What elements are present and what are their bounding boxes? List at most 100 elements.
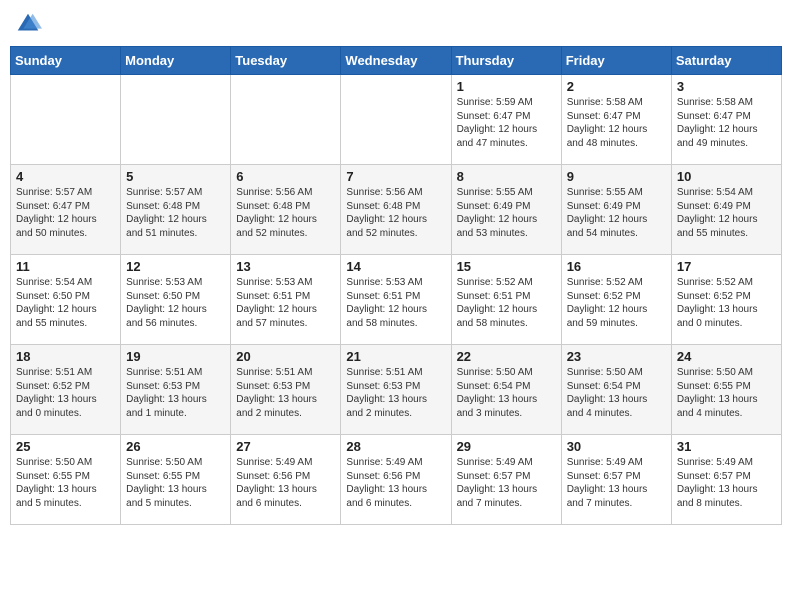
day-of-week-header: Friday (561, 47, 671, 75)
calendar-cell: 9 Sunrise: 5:55 AMSunset: 6:49 PMDaylight… (561, 165, 671, 255)
day-number: 26 (126, 439, 225, 454)
calendar-cell: 30 Sunrise: 5:49 AMSunset: 6:57 PMDayligh… (561, 435, 671, 525)
calendar-cell (11, 75, 121, 165)
calendar-cell: 28 Sunrise: 5:49 AMSunset: 6:56 PMDayligh… (341, 435, 451, 525)
day-number: 20 (236, 349, 335, 364)
calendar-cell: 16Sunrise: 5:52 AMSunset: 6:52 PMDayligh… (561, 255, 671, 345)
day-number: 18 (16, 349, 115, 364)
day-of-week-header: Sunday (11, 47, 121, 75)
cell-daylight-info: Sunrise: 5:53 AMSunset: 6:50 PMDaylight:… (126, 276, 225, 330)
cell-daylight-info: Sunrise: 5:49 AMSunset: 6:56 PMDaylight:… (346, 456, 445, 510)
day-of-week-header: Wednesday (341, 47, 451, 75)
cell-daylight-info: Sunrise: 5:51 AMSunset: 6:53 PMDaylight:… (126, 366, 225, 420)
calendar-cell: 23 Sunrise: 5:50 AMSunset: 6:54 PMDayligh… (561, 345, 671, 435)
day-number: 17 (677, 259, 776, 274)
day-number: 13 (236, 259, 335, 274)
cell-daylight-info: Sunrise: 5:50 AMSunset: 6:55 PMDaylight:… (16, 456, 115, 510)
day-of-week-header: Saturday (671, 47, 781, 75)
calendar-cell: 2 Sunrise: 5:58 AMSunset: 6:47 PMDaylight… (561, 75, 671, 165)
cell-daylight-info: Sunrise: 5:53 AMSunset: 6:51 PMDaylight:… (346, 276, 445, 330)
day-of-week-header: Thursday (451, 47, 561, 75)
day-number: 27 (236, 439, 335, 454)
day-number: 15 (457, 259, 556, 274)
cell-daylight-info: Sunrise: 5:50 AMSunset: 6:55 PMDaylight:… (677, 366, 776, 420)
day-number: 24 (677, 349, 776, 364)
cell-daylight-info: Sunrise: 5:49 AMSunset: 6:57 PMDaylight:… (457, 456, 556, 510)
cell-daylight-info: Sunrise: 5:50 AMSunset: 6:54 PMDaylight:… (457, 366, 556, 420)
day-number: 25 (16, 439, 115, 454)
calendar-cell: 14 Sunrise: 5:53 AMSunset: 6:51 PMDayligh… (341, 255, 451, 345)
calendar-cell: 4 Sunrise: 5:57 AMSunset: 6:47 PMDaylight… (11, 165, 121, 255)
calendar-week-row: 1 Sunrise: 5:59 AMSunset: 6:47 PMDaylight… (11, 75, 782, 165)
calendar-cell: 20 Sunrise: 5:51 AMSunset: 6:53 PMDayligh… (231, 345, 341, 435)
cell-daylight-info: Sunrise: 5:49 AMSunset: 6:56 PMDaylight:… (236, 456, 335, 510)
calendar-cell: 21Sunrise: 5:51 AMSunset: 6:53 PMDayligh… (341, 345, 451, 435)
cell-daylight-info: Sunrise: 5:51 AMSunset: 6:52 PMDaylight:… (16, 366, 115, 420)
calendar-cell: 6Sunrise: 5:56 AMSunset: 6:48 PMDaylight… (231, 165, 341, 255)
calendar-cell: 8 Sunrise: 5:55 AMSunset: 6:49 PMDaylight… (451, 165, 561, 255)
cell-daylight-info: Sunrise: 5:59 AMSunset: 6:47 PMDaylight:… (457, 96, 556, 150)
calendar-cell: 1 Sunrise: 5:59 AMSunset: 6:47 PMDaylight… (451, 75, 561, 165)
day-number: 28 (346, 439, 445, 454)
day-number: 8 (457, 169, 556, 184)
calendar-week-row: 25 Sunrise: 5:50 AMSunset: 6:55 PMDayligh… (11, 435, 782, 525)
calendar-cell: 12 Sunrise: 5:53 AMSunset: 6:50 PMDayligh… (121, 255, 231, 345)
cell-daylight-info: Sunrise: 5:50 AMSunset: 6:54 PMDaylight:… (567, 366, 666, 420)
day-number: 29 (457, 439, 556, 454)
calendar-cell: 26 Sunrise: 5:50 AMSunset: 6:55 PMDayligh… (121, 435, 231, 525)
cell-daylight-info: Sunrise: 5:57 AMSunset: 6:47 PMDaylight:… (16, 186, 115, 240)
cell-daylight-info: Sunrise: 5:52 AMSunset: 6:52 PMDaylight:… (567, 276, 666, 330)
cell-daylight-info: Sunrise: 5:57 AMSunset: 6:48 PMDaylight:… (126, 186, 225, 240)
day-number: 10 (677, 169, 776, 184)
day-number: 7 (346, 169, 445, 184)
calendar-cell: 25 Sunrise: 5:50 AMSunset: 6:55 PMDayligh… (11, 435, 121, 525)
calendar-cell: 24 Sunrise: 5:50 AMSunset: 6:55 PMDayligh… (671, 345, 781, 435)
day-number: 5 (126, 169, 225, 184)
page-header (10, 10, 782, 38)
day-number: 12 (126, 259, 225, 274)
day-number: 23 (567, 349, 666, 364)
cell-daylight-info: Sunrise: 5:51 AMSunset: 6:53 PMDaylight:… (236, 366, 335, 420)
cell-daylight-info: Sunrise: 5:55 AMSunset: 6:49 PMDaylight:… (457, 186, 556, 240)
calendar-cell: 31 Sunrise: 5:49 AMSunset: 6:57 PMDayligh… (671, 435, 781, 525)
day-of-week-header: Tuesday (231, 47, 341, 75)
cell-daylight-info: Sunrise: 5:52 AMSunset: 6:52 PMDaylight:… (677, 276, 776, 330)
day-number: 6 (236, 169, 335, 184)
cell-daylight-info: Sunrise: 5:49 AMSunset: 6:57 PMDaylight:… (677, 456, 776, 510)
calendar-cell: 5 Sunrise: 5:57 AMSunset: 6:48 PMDaylight… (121, 165, 231, 255)
day-number: 4 (16, 169, 115, 184)
calendar-table: SundayMondayTuesdayWednesdayThursdayFrid… (10, 46, 782, 525)
cell-daylight-info: Sunrise: 5:49 AMSunset: 6:57 PMDaylight:… (567, 456, 666, 510)
day-number: 2 (567, 79, 666, 94)
cell-daylight-info: Sunrise: 5:58 AMSunset: 6:47 PMDaylight:… (677, 96, 776, 150)
day-number: 9 (567, 169, 666, 184)
calendar-week-row: 11Sunrise: 5:54 AMSunset: 6:50 PMDayligh… (11, 255, 782, 345)
cell-daylight-info: Sunrise: 5:58 AMSunset: 6:47 PMDaylight:… (567, 96, 666, 150)
calendar-cell: 27 Sunrise: 5:49 AMSunset: 6:56 PMDayligh… (231, 435, 341, 525)
calendar-week-row: 4 Sunrise: 5:57 AMSunset: 6:47 PMDaylight… (11, 165, 782, 255)
calendar-cell: 15 Sunrise: 5:52 AMSunset: 6:51 PMDayligh… (451, 255, 561, 345)
calendar-cell (231, 75, 341, 165)
cell-daylight-info: Sunrise: 5:54 AMSunset: 6:49 PMDaylight:… (677, 186, 776, 240)
calendar-cell: 13Sunrise: 5:53 AMSunset: 6:51 PMDayligh… (231, 255, 341, 345)
calendar-cell: 22 Sunrise: 5:50 AMSunset: 6:54 PMDayligh… (451, 345, 561, 435)
calendar-week-row: 18 Sunrise: 5:51 AMSunset: 6:52 PMDayligh… (11, 345, 782, 435)
day-number: 22 (457, 349, 556, 364)
logo (14, 10, 44, 38)
calendar-cell: 18 Sunrise: 5:51 AMSunset: 6:52 PMDayligh… (11, 345, 121, 435)
calendar-cell (341, 75, 451, 165)
cell-daylight-info: Sunrise: 5:52 AMSunset: 6:51 PMDaylight:… (457, 276, 556, 330)
day-number: 31 (677, 439, 776, 454)
cell-daylight-info: Sunrise: 5:56 AMSunset: 6:48 PMDaylight:… (346, 186, 445, 240)
day-number: 19 (126, 349, 225, 364)
calendar-header-row: SundayMondayTuesdayWednesdayThursdayFrid… (11, 47, 782, 75)
cell-daylight-info: Sunrise: 5:50 AMSunset: 6:55 PMDaylight:… (126, 456, 225, 510)
day-number: 3 (677, 79, 776, 94)
day-number: 1 (457, 79, 556, 94)
calendar-cell (121, 75, 231, 165)
calendar-cell: 3 Sunrise: 5:58 AMSunset: 6:47 PMDaylight… (671, 75, 781, 165)
cell-daylight-info: Sunrise: 5:55 AMSunset: 6:49 PMDaylight:… (567, 186, 666, 240)
calendar-cell: 19 Sunrise: 5:51 AMSunset: 6:53 PMDayligh… (121, 345, 231, 435)
day-number: 14 (346, 259, 445, 274)
day-number: 30 (567, 439, 666, 454)
